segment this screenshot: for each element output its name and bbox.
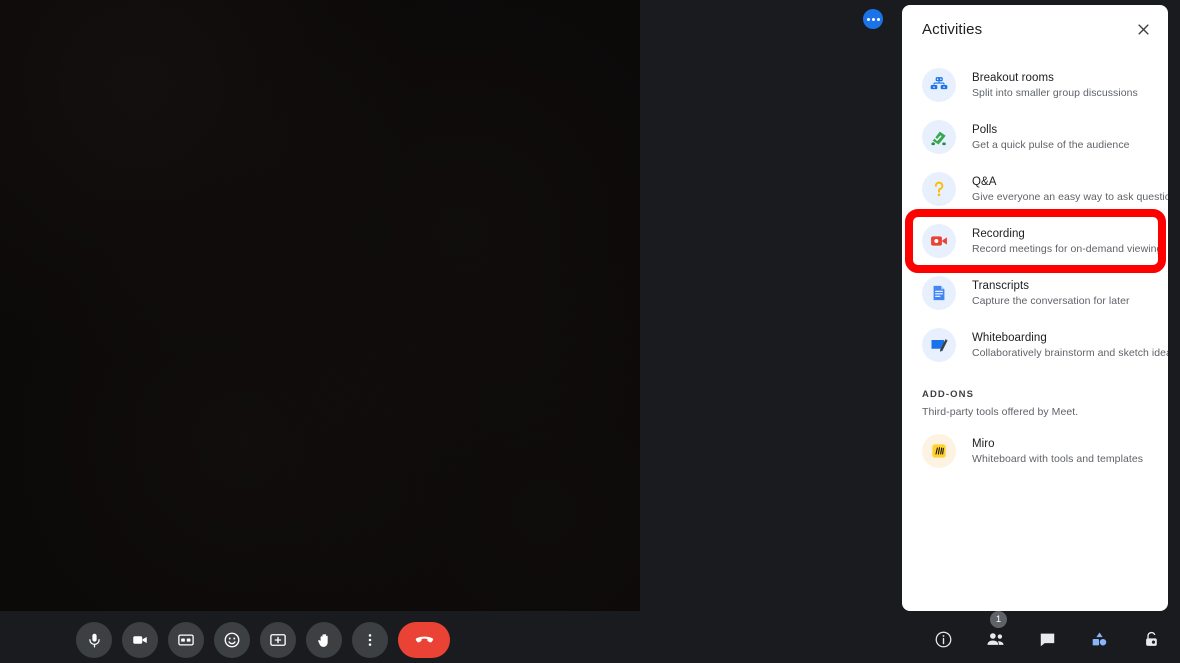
activity-text: Miro Whiteboard with tools and templates [972, 438, 1143, 465]
activity-title: Miro [972, 437, 995, 450]
activity-text: Transcripts Capture the conversation for… [972, 280, 1130, 307]
three-dots-icon[interactable] [863, 9, 883, 29]
present-now-button[interactable] [260, 622, 296, 658]
activity-desc: Get a quick pulse of the audience [972, 138, 1130, 151]
activity-text: Breakout rooms Split into smaller group … [972, 72, 1138, 99]
activity-desc: Give everyone an easy way to ask questio… [972, 190, 1168, 203]
addons-section-subtitle: Third-party tools offered by Meet. [922, 406, 1079, 418]
whiteboarding-icon [922, 328, 956, 362]
panel-body: Breakout rooms Split into smaller group … [902, 53, 1168, 476]
qa-icon [922, 172, 956, 206]
activity-title: Whiteboarding [972, 331, 1047, 344]
google-meet-window: Activities Breakout rooms Split into sma… [0, 0, 1180, 663]
activity-title: Q&A [972, 175, 997, 188]
captions-button[interactable] [168, 622, 204, 658]
polls-icon [922, 120, 956, 154]
transcripts-icon [922, 276, 956, 310]
self-view-video-tile[interactable] [0, 0, 640, 611]
reactions-button[interactable] [214, 622, 250, 658]
activity-text: Recording Record meetings for on-demand … [972, 227, 1163, 255]
activity-desc: Split into smaller group discussions [972, 86, 1138, 99]
miro-icon [922, 434, 956, 468]
activity-item-breakout-rooms[interactable]: Breakout rooms Split into smaller group … [902, 59, 1168, 111]
activity-text: Polls Get a quick pulse of the audience [972, 124, 1130, 151]
people-button[interactable]: 1 [978, 611, 1012, 656]
activity-desc: Record meetings for on-demand viewing [972, 242, 1163, 255]
activities-button[interactable] [1082, 622, 1116, 656]
raise-hand-button[interactable] [306, 622, 342, 658]
chat-button[interactable] [1030, 622, 1064, 656]
activity-text: Whiteboarding Collaboratively brainstorm… [972, 331, 1168, 359]
activity-item-miro[interactable]: Miro Whiteboard with tools and templates [902, 424, 1168, 476]
activity-item-qa[interactable]: Q&A Give everyone an easy way to ask que… [902, 163, 1168, 215]
activity-desc: Collaboratively brainstorm and sketch id… [972, 346, 1168, 359]
recording-icon [922, 224, 956, 258]
mute-toggle-button[interactable] [76, 622, 112, 658]
activity-item-polls[interactable]: Polls Get a quick pulse of the audience [902, 111, 1168, 163]
panel-title: Activities [922, 20, 983, 38]
activities-panel: Activities Breakout rooms Split into sma… [902, 5, 1168, 611]
panel-header: Activities [902, 5, 1168, 53]
activity-desc: Capture the conversation for later [972, 294, 1130, 307]
host-controls-button[interactable] [1134, 622, 1168, 656]
activity-item-whiteboarding[interactable]: Whiteboarding Collaboratively brainstorm… [902, 319, 1168, 371]
video-feed [0, 0, 640, 611]
activity-title: Recording [972, 227, 1025, 240]
activity-title: Transcripts [972, 279, 1029, 292]
camera-toggle-button[interactable] [122, 622, 158, 658]
activity-item-transcripts[interactable]: Transcripts Capture the conversation for… [902, 267, 1168, 319]
addons-section-label: ADD-ONS [922, 389, 975, 400]
activity-title: Polls [972, 123, 998, 136]
breakout-rooms-icon [922, 68, 956, 102]
activity-desc: Whiteboard with tools and templates [972, 452, 1144, 465]
meeting-controls-bar [76, 622, 450, 658]
activity-text: Q&A Give everyone an easy way to ask que… [972, 175, 1168, 203]
meeting-right-controls: 1 [926, 611, 1168, 656]
people-count-badge: 1 [990, 611, 1007, 628]
leave-call-button[interactable] [398, 622, 450, 658]
activity-title: Breakout rooms [972, 71, 1054, 84]
close-icon[interactable] [1128, 14, 1158, 44]
meeting-details-button[interactable] [926, 622, 960, 656]
more-options-button[interactable] [352, 622, 388, 658]
activity-item-recording[interactable]: Recording Record meetings for on-demand … [902, 215, 1168, 267]
